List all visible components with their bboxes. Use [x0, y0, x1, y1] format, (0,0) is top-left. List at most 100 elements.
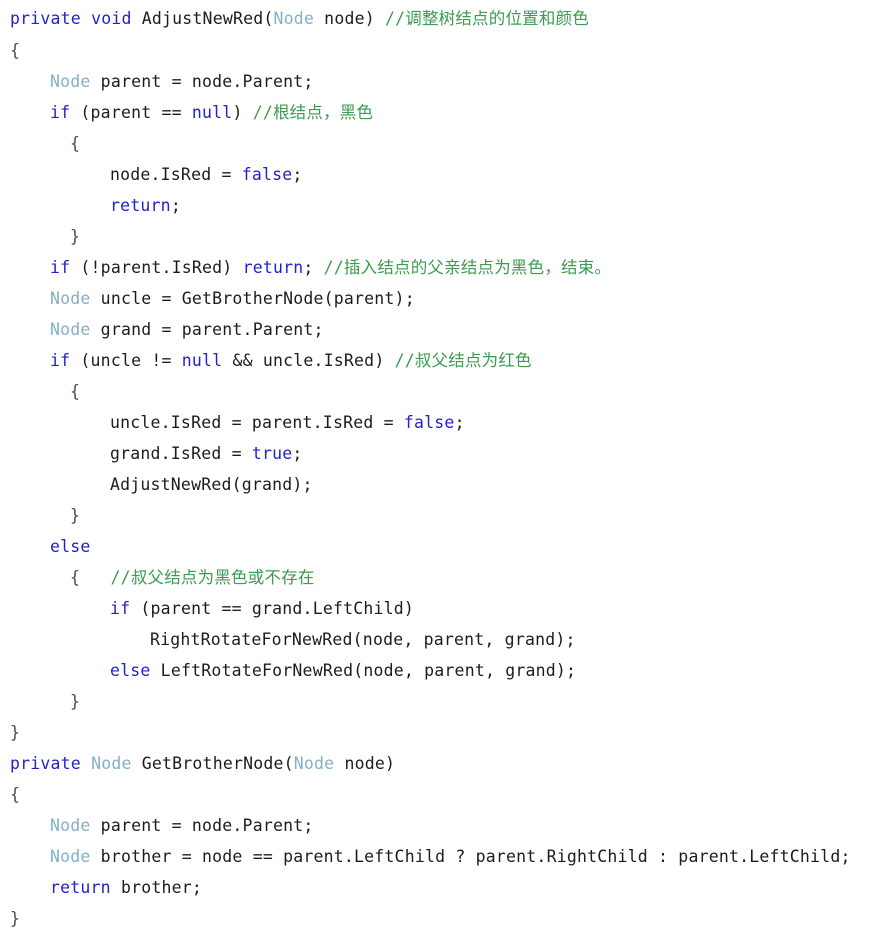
code-token-kw: private — [10, 9, 81, 28]
code-token-plain: AdjustNewRed( — [131, 9, 274, 28]
code-token-cmt: //根结点，黑色 — [252, 103, 374, 122]
code-token-plain: && uncle.IsRed) — [222, 351, 395, 370]
code-token-plain: (parent == grand.LeftChild) — [130, 599, 415, 618]
code-line: } — [0, 686, 870, 717]
code-token-brace: { — [10, 785, 21, 804]
code-token-kw: return — [242, 258, 304, 277]
code-line: else — [0, 531, 870, 562]
code-line: node.IsRed = false; — [0, 159, 870, 190]
code-token-type: Node — [273, 9, 315, 28]
code-token-brace: { — [70, 382, 81, 401]
code-token-plain: node.IsRed = — [110, 165, 242, 184]
code-token-plain: ; — [292, 444, 303, 463]
code-token-kw: void — [91, 9, 132, 28]
code-line: RightRotateForNewRed(node, parent, grand… — [0, 624, 870, 655]
code-token-plain: ; — [292, 165, 303, 184]
code-token-plain: node) — [314, 9, 385, 28]
code-token-plain: LeftRotateForNewRed(node, parent, grand)… — [150, 661, 577, 680]
code-line: if (parent == grand.LeftChild) — [0, 593, 870, 624]
code-token-kw: return — [110, 196, 171, 215]
code-token-type: Node — [91, 754, 132, 773]
code-line: uncle.IsRed = parent.IsRed = false; — [0, 407, 870, 438]
code-line: private Node GetBrotherNode(Node node) — [0, 748, 870, 779]
code-line: { — [0, 35, 870, 66]
code-token-plain: ; — [170, 196, 181, 215]
code-token-type: Node — [50, 816, 91, 835]
code-line: Node parent = node.Parent; — [0, 810, 870, 841]
code-line: } — [0, 221, 870, 252]
code-token-kw: if — [50, 103, 71, 122]
code-token-plain: ; — [454, 413, 465, 432]
code-token-brace: { — [10, 41, 21, 60]
code-token-plain: node) — [334, 754, 396, 773]
code-line: Node uncle = GetBrotherNode(parent); — [0, 283, 870, 314]
code-token-plain: ) — [232, 103, 253, 122]
code-token-plain: parent = node.Parent; — [90, 72, 314, 91]
code-line: if (uncle != null && uncle.IsRed) //叔父结点… — [0, 345, 870, 376]
code-token-kw: true — [251, 444, 293, 463]
code-listing: private void AdjustNewRed(Node node) //调… — [0, 0, 870, 938]
code-token-kw: if — [50, 258, 71, 277]
code-token-cmt: //插入结点的父亲结点为黑色，结束。 — [323, 258, 612, 277]
code-token-kw: else — [110, 661, 151, 680]
code-token-plain: (parent == — [70, 103, 192, 122]
code-line: } — [0, 903, 870, 934]
code-token-kw: return — [50, 878, 111, 897]
code-token-kw: null — [191, 103, 233, 122]
code-token-plain: grand.IsRed = — [110, 444, 252, 463]
code-line: Node brother = node == parent.LeftChild … — [0, 841, 870, 872]
code-line: Node parent = node.Parent; — [0, 66, 870, 97]
code-token-kw: else — [50, 537, 91, 556]
code-token-plain: brother; — [110, 878, 203, 897]
code-token-plain: ; — [303, 258, 324, 277]
code-token-type: Node — [293, 754, 335, 773]
code-token-cmt: //调整树结点的位置和颜色 — [384, 9, 589, 28]
code-token-plain: uncle.IsRed = parent.IsRed = — [110, 413, 404, 432]
code-token-plain: (uncle != — [70, 351, 182, 370]
code-token-plain: brother = node == parent.LeftChild ? par… — [90, 847, 851, 866]
code-token-plain: GetBrotherNode( — [131, 754, 294, 773]
code-token-type: Node — [50, 320, 91, 339]
code-token-brace: } — [70, 227, 81, 246]
code-line: { //叔父结点为黑色或不存在 — [0, 562, 870, 593]
code-token-kw: if — [50, 351, 71, 370]
code-line: } — [0, 500, 870, 531]
code-token-plain: uncle = GetBrotherNode(parent); — [90, 289, 415, 308]
code-token-cmt: //叔父结点为红色 — [394, 351, 532, 370]
code-token-brace: } — [70, 506, 81, 525]
code-token-kw: null — [181, 351, 223, 370]
code-token-brace: { — [70, 568, 81, 587]
code-token-plain: parent = node.Parent; — [90, 816, 314, 835]
code-token-brace: } — [10, 909, 21, 928]
code-line: grand.IsRed = true; — [0, 438, 870, 469]
code-token-kw: false — [403, 413, 455, 432]
code-line: { — [0, 128, 870, 159]
code-line: if (!parent.IsRed) return; //插入结点的父亲结点为黑… — [0, 252, 870, 283]
code-token-plain: AdjustNewRed(grand); — [110, 475, 313, 494]
code-line: { — [0, 779, 870, 810]
code-token-plain: (!parent.IsRed) — [70, 258, 243, 277]
code-line: AdjustNewRed(grand); — [0, 469, 870, 500]
code-token-kw: if — [110, 599, 131, 618]
code-token-cmt: //叔父结点为黑色或不存在 — [110, 568, 315, 587]
code-line: Node grand = parent.Parent; — [0, 314, 870, 345]
code-token-brace: } — [70, 692, 81, 711]
code-token-type: Node — [50, 289, 91, 308]
code-line: if (parent == null) //根结点，黑色 — [0, 97, 870, 128]
code-token-brace: { — [70, 134, 81, 153]
code-token-kw: false — [241, 165, 293, 184]
code-line: else LeftRotateForNewRed(node, parent, g… — [0, 655, 870, 686]
code-token-type: Node — [50, 847, 91, 866]
code-line: { — [0, 376, 870, 407]
code-line: return brother; — [0, 872, 870, 903]
code-token-type: Node — [50, 72, 91, 91]
code-token-plain: grand = parent.Parent; — [90, 320, 324, 339]
code-token-kw: private — [10, 754, 81, 773]
code-line: return; — [0, 190, 870, 221]
code-line: } — [0, 717, 870, 748]
code-line: private void AdjustNewRed(Node node) //调… — [0, 0, 870, 35]
code-token-brace: } — [10, 723, 21, 742]
